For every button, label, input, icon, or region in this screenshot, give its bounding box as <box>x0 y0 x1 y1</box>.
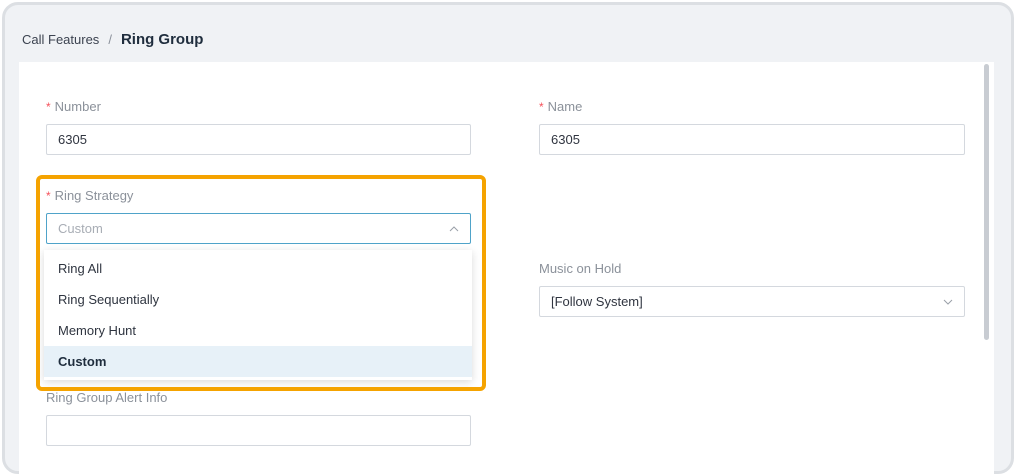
dropdown-option-memory-hunt[interactable]: Memory Hunt <box>44 315 472 346</box>
required-marker: * <box>539 100 544 114</box>
required-marker: * <box>46 100 51 114</box>
number-field[interactable]: 6305 <box>46 124 471 155</box>
music-on-hold-value: [Follow System] <box>551 294 643 309</box>
ring-strategy-select-value: Custom <box>58 221 103 236</box>
scrollbar[interactable] <box>984 64 989 340</box>
name-label-text: Name <box>547 99 583 114</box>
number-label: * Number <box>46 99 101 114</box>
dropdown-option-custom[interactable]: Custom <box>44 346 472 377</box>
ring-strategy-dropdown: Ring All Ring Sequentially Memory Hunt C… <box>44 250 472 380</box>
music-on-hold-label: Music on Hold <box>539 261 622 276</box>
name-field-value: 6305 <box>551 132 580 147</box>
chevron-up-icon <box>449 226 459 232</box>
breadcrumb-separator: / <box>108 32 112 47</box>
name-field[interactable]: 6305 <box>539 124 965 155</box>
music-on-hold-select[interactable]: [Follow System] <box>539 286 965 317</box>
dropdown-option-ring-all[interactable]: Ring All <box>44 253 472 284</box>
page-title: Ring Group <box>120 31 204 48</box>
alert-info-label: Ring Group Alert Info <box>46 390 168 405</box>
breadcrumb-parent-link[interactable]: Call Features <box>22 32 99 47</box>
ring-strategy-select[interactable]: Custom <box>46 213 471 244</box>
chevron-down-icon <box>943 299 953 305</box>
required-marker: * <box>46 189 51 203</box>
breadcrumb: Call Features / Ring Group <box>22 31 203 48</box>
alert-info-field[interactable] <box>46 415 471 446</box>
number-label-text: Number <box>54 99 101 114</box>
ring-strategy-label: * Ring Strategy <box>46 188 133 203</box>
ring-strategy-label-text: Ring Strategy <box>54 188 134 203</box>
number-field-value: 6305 <box>58 132 87 147</box>
dropdown-option-ring-sequentially[interactable]: Ring Sequentially <box>44 284 472 315</box>
name-label: * Name <box>539 99 582 114</box>
